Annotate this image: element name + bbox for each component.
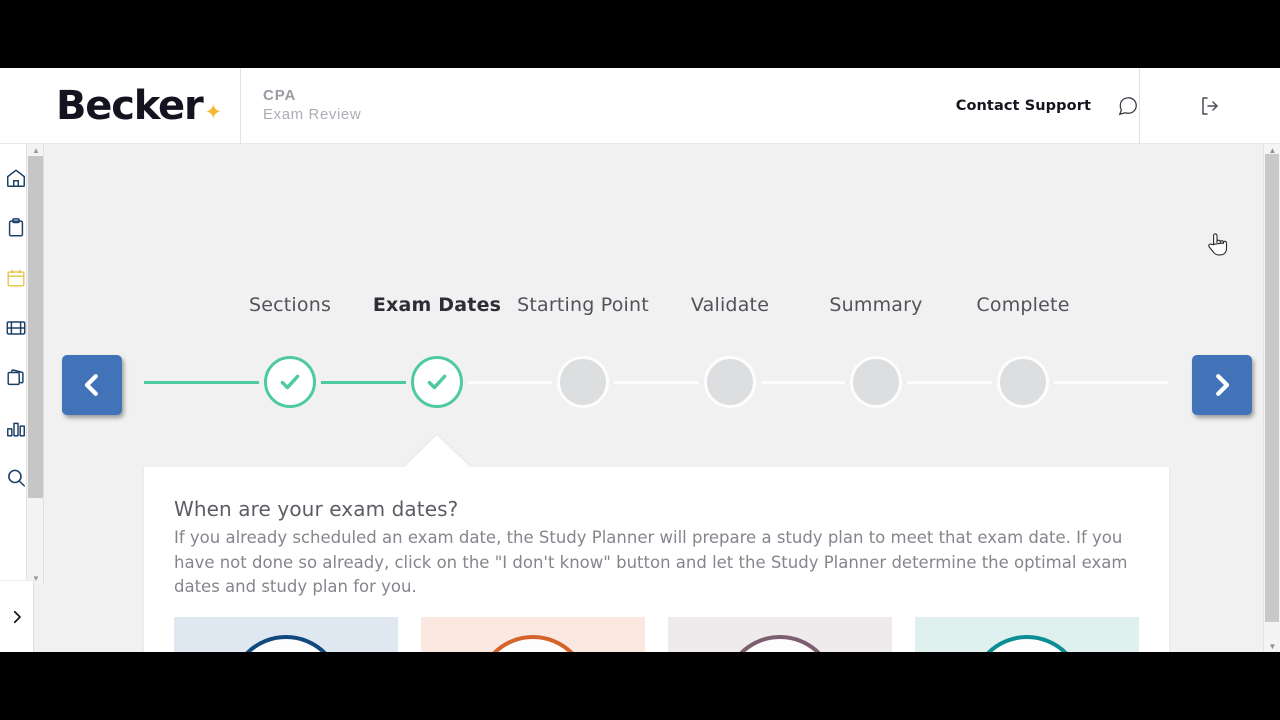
logout-button[interactable] — [1139, 68, 1280, 144]
panel-pointer-arrow — [403, 435, 471, 468]
step-label-complete: Complete — [976, 294, 1070, 316]
bar-chart-icon[interactable] — [4, 416, 28, 440]
exam-section-cards: FAR I don't know AUD — [174, 617, 1139, 652]
film-icon[interactable] — [4, 316, 28, 340]
exam-code-aud: AUD — [476, 635, 590, 652]
exam-code-far: FAR — [229, 635, 343, 652]
step-label-summary: Summary — [829, 294, 923, 316]
panel-description: If you already scheduled an exam date, t… — [174, 528, 1128, 597]
scroll-up-icon[interactable]: ▲ — [27, 144, 45, 156]
step-label-exam-dates: Exam Dates — [372, 294, 502, 316]
product-title: CPA Exam Review — [241, 87, 361, 124]
step-sections[interactable]: Sections — [249, 294, 331, 408]
exam-card-reg[interactable]: REG I don't know — [668, 617, 892, 652]
page-scrollbar[interactable]: ▲ ▼ — [1263, 144, 1280, 652]
step-node-exam-dates[interactable] — [411, 356, 463, 408]
product-line-2: Exam Review — [263, 105, 362, 123]
exam-card-bec[interactable]: BEC I don't know — [915, 617, 1139, 652]
step-node-sections[interactable] — [264, 356, 316, 408]
exam-code-reg: REG — [723, 635, 837, 652]
chat-bubble-icon[interactable] — [1117, 95, 1139, 117]
next-step-button[interactable] — [1192, 355, 1252, 415]
step-node-complete[interactable] — [997, 356, 1049, 408]
panel-inner: When are your exam dates? If you already… — [144, 467, 1169, 600]
page-scroll-down-icon[interactable]: ▼ — [1264, 640, 1280, 652]
app-header: Becker ✦ CPA Exam Review Contact Support — [0, 68, 1280, 144]
step-node-summary[interactable] — [850, 356, 902, 408]
logo-star-icon: ✦ — [204, 101, 223, 124]
sidebar-scroll-thumb[interactable] — [28, 156, 43, 498]
header-actions: Contact Support — [956, 68, 1280, 144]
panel-title: When are your exam dates? — [174, 497, 459, 521]
flashcards-icon[interactable] — [4, 366, 28, 390]
step-validate[interactable]: Validate — [691, 294, 769, 408]
content-panel: When are your exam dates? If you already… — [144, 467, 1169, 652]
calendar-icon[interactable] — [4, 250, 38, 306]
step-label-validate: Validate — [690, 294, 770, 316]
becker-logo[interactable]: Becker ✦ — [0, 68, 241, 144]
wizard-stepper: Sections Exam Dates Starting Point Valid… — [0, 144, 1263, 408]
logo-wordmark: Becker — [56, 82, 204, 129]
search-icon[interactable] — [4, 466, 28, 490]
home-icon[interactable] — [4, 166, 28, 190]
exam-card-aud[interactable]: AUD I don't know — [421, 617, 645, 652]
contact-support-link[interactable]: Contact Support — [956, 98, 1091, 114]
browser-viewport: Becker ✦ CPA Exam Review Contact Support — [0, 68, 1280, 652]
step-exam-dates[interactable]: Exam Dates — [373, 294, 501, 408]
product-line-1: CPA — [263, 87, 297, 105]
step-node-validate[interactable] — [704, 356, 756, 408]
step-starting-point[interactable]: Starting Point — [517, 294, 649, 408]
sidebar-scrollbar[interactable]: ▲ ▼ — [26, 144, 44, 584]
step-node-starting-point[interactable] — [557, 356, 609, 408]
previous-step-button[interactable] — [62, 355, 122, 415]
page-scroll-thumb[interactable] — [1265, 154, 1279, 622]
exam-card-far[interactable]: FAR I don't know — [174, 617, 398, 652]
sidebar-expand-button[interactable] — [0, 580, 34, 652]
screen: Becker ✦ CPA Exam Review Contact Support — [0, 0, 1280, 720]
page-body: ▲ ▼ Sections Exam Dates Starting Point V… — [0, 144, 1280, 652]
letterbox-top — [0, 0, 1280, 68]
step-summary[interactable]: Summary — [829, 294, 922, 408]
step-label-starting-point: Starting Point — [517, 294, 649, 316]
clipboard-icon[interactable] — [4, 216, 28, 240]
letterbox-bottom — [0, 652, 1280, 720]
exam-code-bec: BEC — [970, 635, 1084, 652]
step-complete[interactable]: Complete — [976, 294, 1069, 408]
step-label-sections: Sections — [248, 294, 332, 316]
